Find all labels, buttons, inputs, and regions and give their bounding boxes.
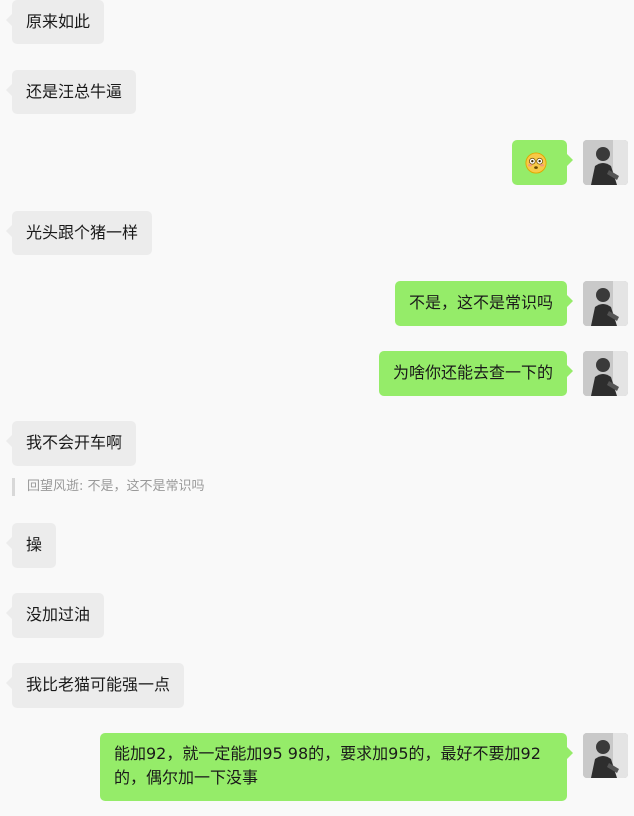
message-text: 原来如此 <box>26 12 91 31</box>
message-text: 为啥你还能去查一下的 <box>392 363 553 382</box>
message-text: 能加92，就一定能加95 98的，要求加95的，最好不要加92的，偶尔加一下没事 <box>114 744 541 787</box>
outgoing-message-bubble[interactable] <box>512 140 573 185</box>
avatar-photo-icon <box>583 733 628 778</box>
outgoing-message-bubble[interactable]: 能加92，就一定能加95 98的，要求加95的，最好不要加92的，偶尔加一下没事 <box>100 733 573 801</box>
incoming-message-bubble[interactable]: 没加过油 <box>5 593 105 638</box>
message-text: 还是汪总牛逼 <box>26 82 123 101</box>
incoming-message-bubble[interactable]: 原来如此 <box>5 0 105 44</box>
avatar-photo-icon <box>583 140 628 185</box>
avatar[interactable] <box>583 733 628 778</box>
message-text: 不是，这不是常识吗 <box>408 293 553 312</box>
incoming-message-bubble[interactable]: 还是汪总牛逼 <box>5 70 137 114</box>
quoted-reply-text: 回望风逝: 不是，这不是常识吗 <box>27 479 205 494</box>
quoted-reply[interactable]: 回望风逝: 不是，这不是常识吗 <box>12 478 205 496</box>
message-text: 没加过油 <box>26 605 91 624</box>
avatar[interactable] <box>583 140 628 185</box>
outgoing-message-bubble[interactable]: 为啥你还能去查一下的 <box>378 351 574 396</box>
incoming-message-bubble[interactable]: 我不会开车啊 <box>5 421 137 466</box>
incoming-message-bubble[interactable]: 我比老猫可能强一点 <box>5 663 185 708</box>
avatar-photo-icon <box>583 351 628 396</box>
avatar[interactable] <box>583 351 628 396</box>
message-text: 操 <box>26 535 43 554</box>
flushed-face-emoji <box>525 151 547 174</box>
incoming-message-bubble[interactable]: 操 <box>5 523 57 568</box>
message-text: 我不会开车啊 <box>26 433 123 452</box>
outgoing-message-bubble[interactable]: 不是，这不是常识吗 <box>394 281 574 326</box>
incoming-message-bubble[interactable]: 光头跟个猪一样 <box>5 211 153 255</box>
avatar-photo-icon <box>583 281 628 326</box>
message-text: 光头跟个猪一样 <box>26 223 139 242</box>
avatar[interactable] <box>583 281 628 326</box>
message-text: 我比老猫可能强一点 <box>26 675 171 694</box>
